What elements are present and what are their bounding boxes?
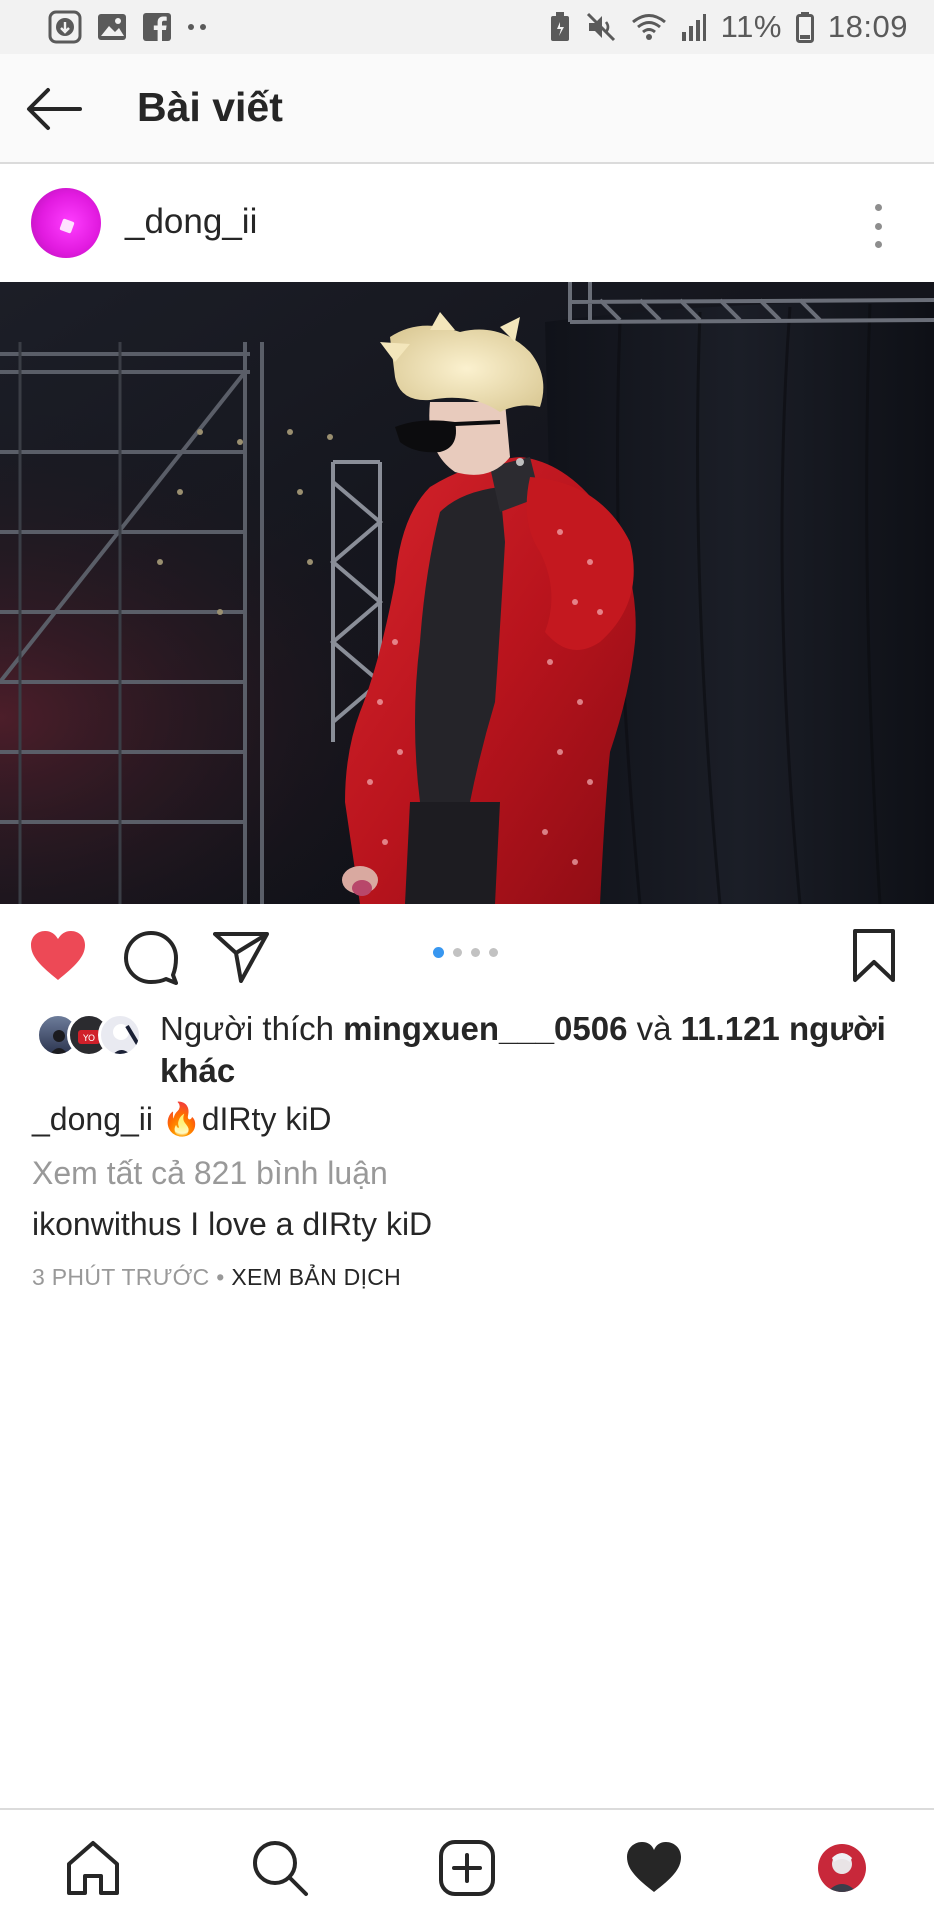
comment-icon bbox=[124, 931, 178, 985]
save-button[interactable] bbox=[852, 928, 896, 989]
comment-button[interactable] bbox=[124, 931, 178, 990]
add-post-icon bbox=[439, 1840, 495, 1896]
search-icon bbox=[253, 1841, 308, 1896]
paper-plane-icon bbox=[213, 932, 269, 983]
clock: 18:09 bbox=[827, 9, 908, 44]
post-meta: 3 PHÚT TRƯỚC • XEM BẢN DỊCH bbox=[32, 1264, 401, 1291]
more-options-button[interactable] bbox=[866, 204, 890, 248]
likes-conjunction: và bbox=[636, 1010, 672, 1047]
post-photo[interactable] bbox=[0, 282, 934, 904]
like-button[interactable] bbox=[29, 930, 87, 987]
carousel-dot bbox=[489, 948, 498, 957]
liker-avatar bbox=[98, 1013, 142, 1057]
signal-icon bbox=[681, 12, 707, 42]
comment-text: I love a dIRty kiD bbox=[190, 1206, 433, 1242]
nav-search[interactable] bbox=[250, 1838, 310, 1898]
carousel-dot-active bbox=[433, 947, 444, 958]
heart-filled-icon bbox=[31, 931, 85, 980]
profile-avatar bbox=[818, 1844, 866, 1892]
more-dots-icon bbox=[186, 22, 210, 32]
comment-username[interactable]: ikonwithus bbox=[32, 1206, 181, 1242]
caption-username[interactable]: _dong_ii bbox=[32, 1101, 153, 1137]
author-avatar[interactable] bbox=[31, 188, 101, 258]
post-caption: _dong_ii 🔥dIRty kiD bbox=[32, 1100, 332, 1138]
comment-item: ikonwithus I love a dIRty kiD bbox=[32, 1206, 432, 1243]
more-vertical-icon bbox=[874, 204, 882, 211]
battery-percent: 11% bbox=[720, 9, 782, 44]
wifi-icon bbox=[631, 12, 667, 42]
facebook-icon bbox=[142, 12, 172, 42]
bottom-nav bbox=[0, 1808, 934, 1920]
nav-activity[interactable] bbox=[624, 1838, 684, 1898]
carousel-dot bbox=[453, 948, 462, 957]
carousel-indicator bbox=[433, 947, 498, 958]
caption-text: dIRty kiD bbox=[201, 1101, 332, 1137]
battery-icon bbox=[795, 11, 814, 43]
post-image bbox=[0, 282, 934, 904]
mute-icon bbox=[585, 11, 617, 43]
arrow-left-icon bbox=[27, 88, 82, 130]
bookmark-icon bbox=[853, 929, 895, 982]
back-button[interactable] bbox=[24, 84, 84, 134]
status-left-icons bbox=[48, 10, 210, 44]
nav-new-post[interactable] bbox=[437, 1838, 497, 1898]
author-username[interactable]: _dong_ii bbox=[125, 202, 257, 242]
fire-emoji: 🔥 bbox=[161, 1101, 202, 1137]
likes-highlight-user[interactable]: mingxuen___0506 bbox=[343, 1010, 627, 1047]
page-title: Bài viết bbox=[137, 84, 283, 130]
carousel-dot bbox=[471, 948, 480, 957]
gallery-icon bbox=[96, 12, 128, 42]
app-header: Bài viết bbox=[0, 54, 934, 164]
view-all-comments-link[interactable]: Xem tất cả 821 bình luận bbox=[32, 1155, 388, 1192]
post-timestamp: 3 PHÚT TRƯỚC bbox=[32, 1264, 210, 1290]
liker-avatars[interactable]: YO bbox=[36, 1013, 146, 1059]
download-icon bbox=[48, 10, 82, 44]
svg-text:YO: YO bbox=[82, 1034, 95, 1044]
nav-profile[interactable] bbox=[812, 1838, 872, 1898]
meta-separator: • bbox=[216, 1264, 225, 1290]
translate-link[interactable]: XEM BẢN DỊCH bbox=[231, 1264, 401, 1290]
likes-summary[interactable]: Người thích mingxuen___0506 và 11.121 ng… bbox=[160, 1008, 920, 1092]
share-button[interactable] bbox=[213, 931, 269, 988]
status-right-icons: 11% 18:09 bbox=[549, 9, 908, 45]
battery-saver-icon bbox=[549, 11, 571, 43]
home-icon bbox=[67, 1841, 119, 1895]
nav-home[interactable] bbox=[63, 1838, 123, 1898]
status-bar: 11% 18:09 bbox=[0, 0, 934, 54]
post-header: _dong_ii bbox=[0, 164, 934, 282]
activity-heart-icon bbox=[627, 1842, 681, 1892]
likes-prefix: Người thích bbox=[160, 1010, 334, 1047]
